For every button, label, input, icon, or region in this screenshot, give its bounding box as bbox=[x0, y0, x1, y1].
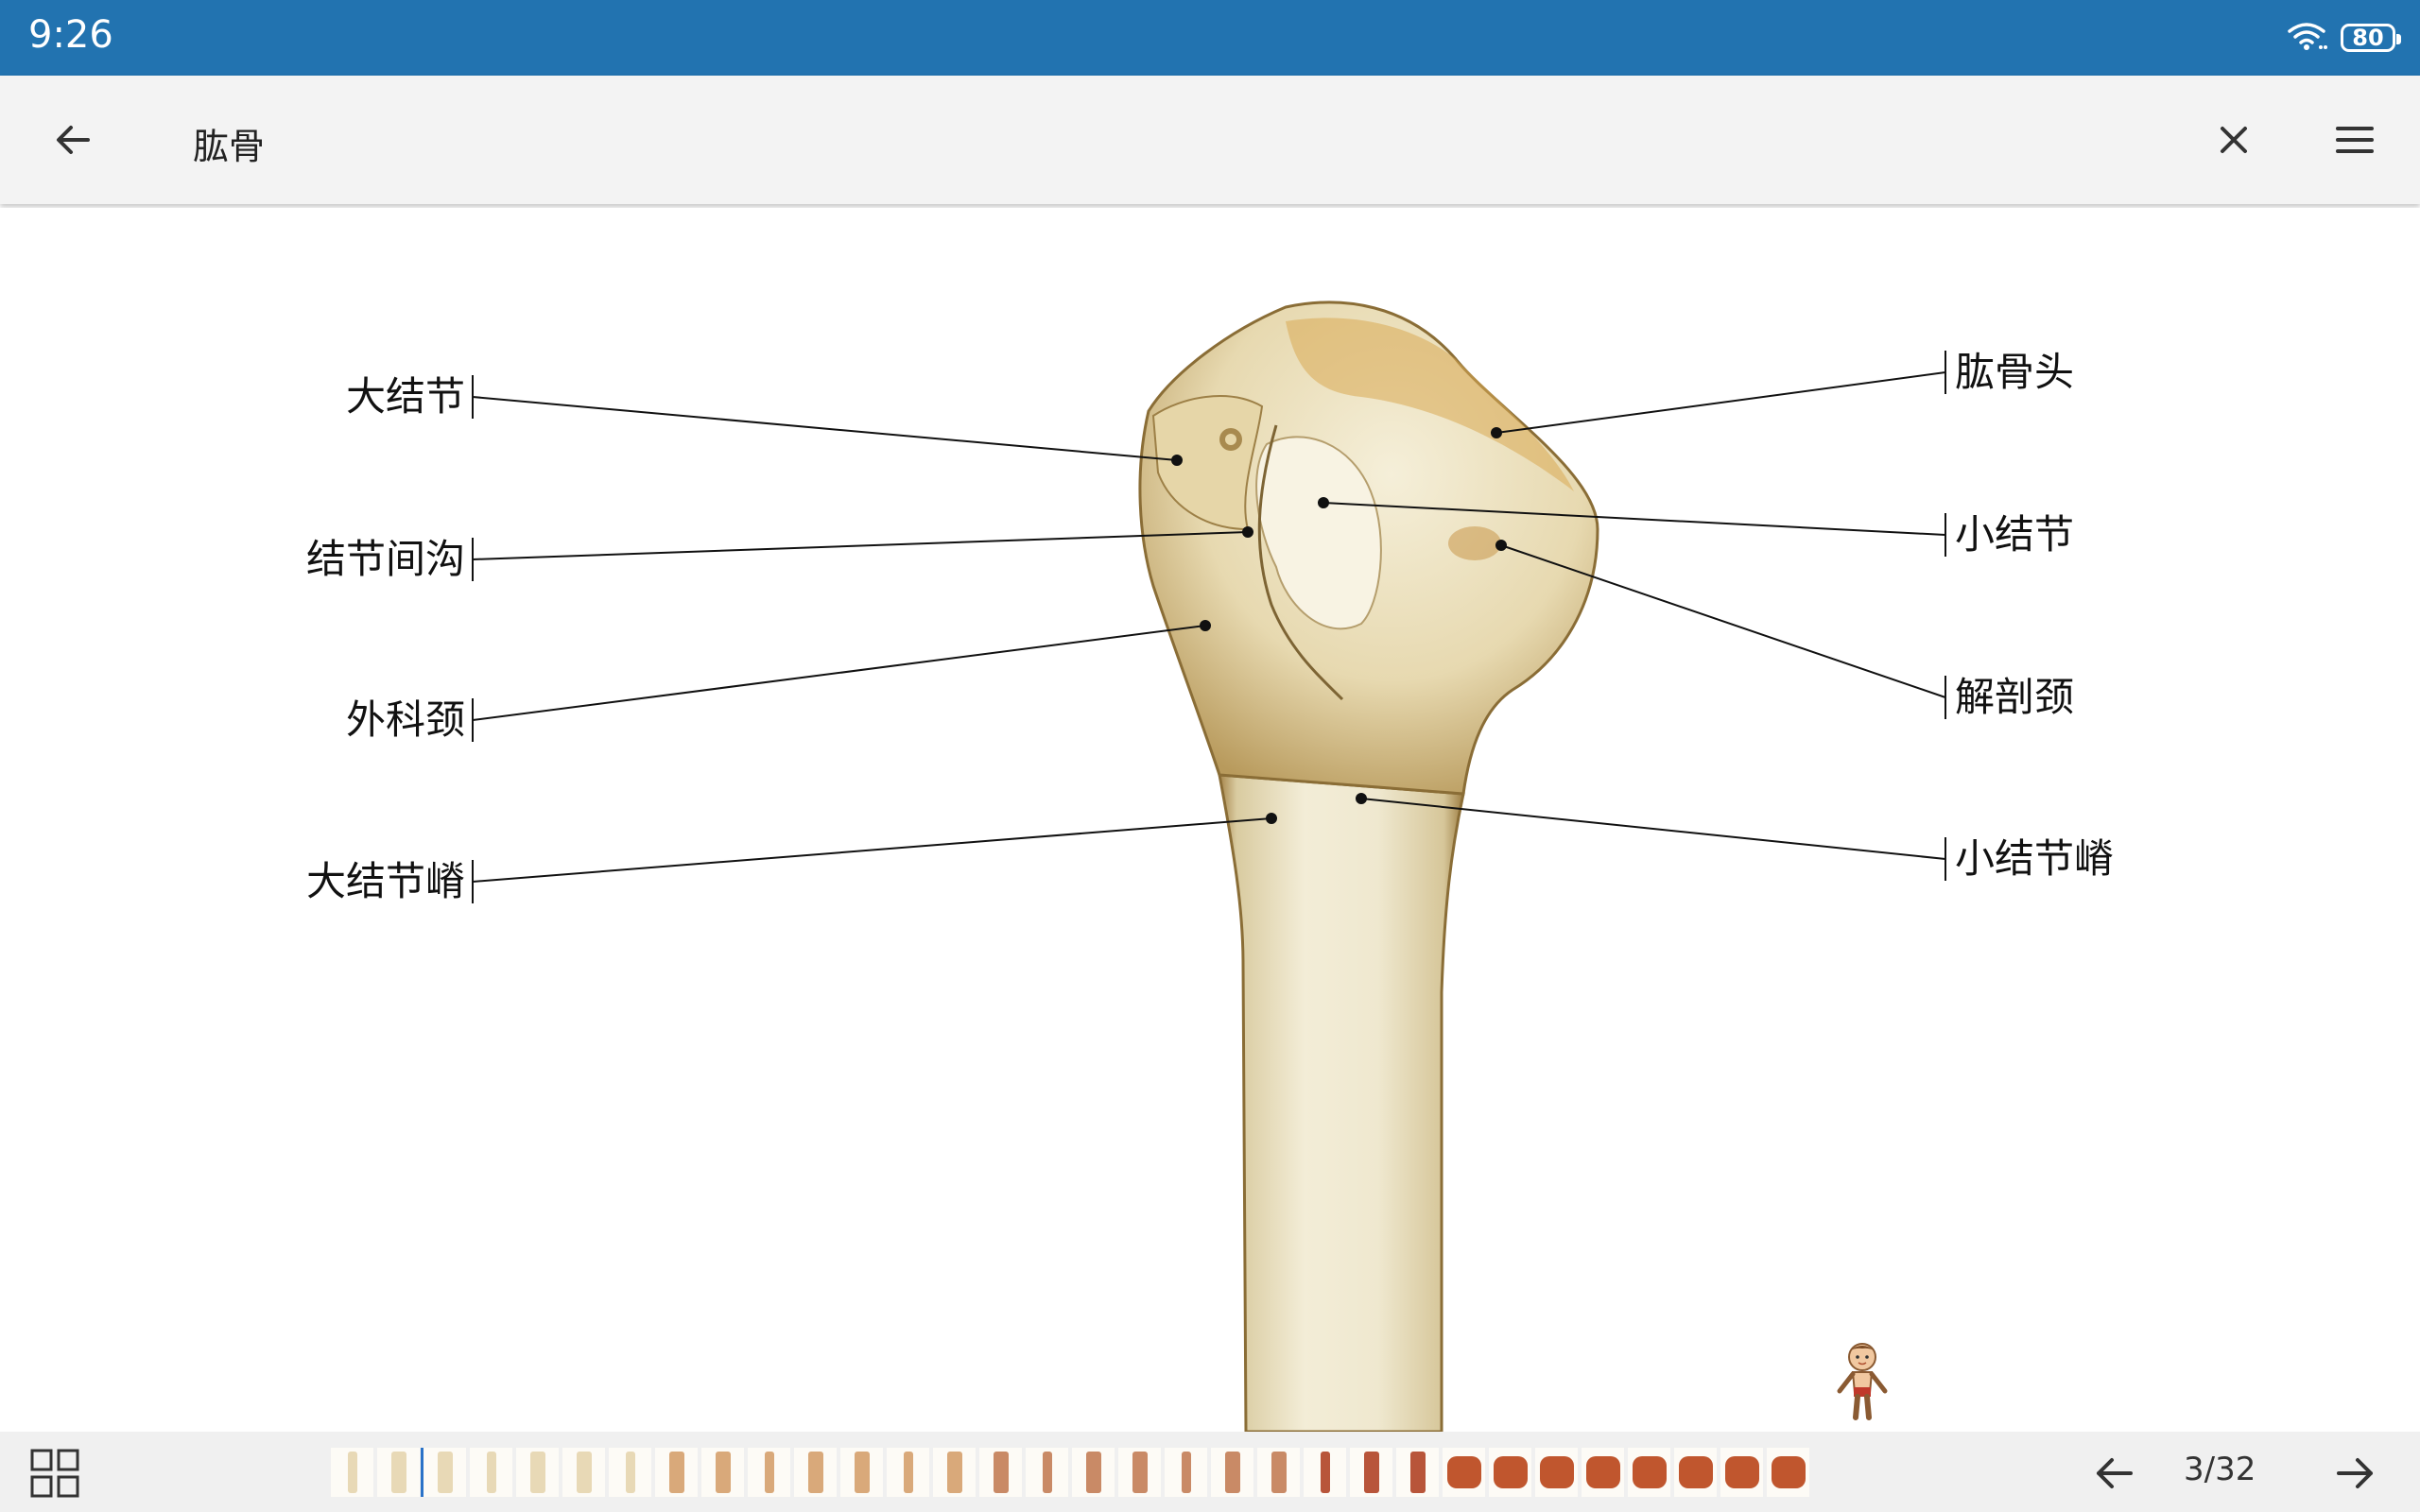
thumbnail-image bbox=[1363, 1452, 1379, 1493]
thumbnail-image bbox=[1632, 1456, 1667, 1488]
thumbnail-image bbox=[1085, 1452, 1101, 1493]
label-surgical-neck[interactable]: 外科颈 bbox=[346, 696, 465, 745]
page-thumbnail[interactable] bbox=[794, 1448, 837, 1497]
page-thumbnail[interactable] bbox=[979, 1448, 1022, 1497]
thumbnail-image bbox=[1446, 1456, 1481, 1488]
thumbnail-image bbox=[1539, 1456, 1574, 1488]
thumbnail-image bbox=[903, 1452, 913, 1493]
label-humeral-head[interactable]: 肱骨头 bbox=[1955, 348, 2074, 397]
page-thumbnail[interactable] bbox=[1720, 1448, 1763, 1497]
human-body-icon bbox=[1837, 1343, 1888, 1420]
thumbnail-image bbox=[1042, 1452, 1052, 1493]
label-anatomical-neck[interactable]: 解剖颈 bbox=[1955, 673, 2074, 722]
status-time: 9:26 bbox=[28, 13, 113, 57]
page-thumbnail[interactable] bbox=[377, 1448, 420, 1497]
arrow-left-icon bbox=[2097, 1458, 2133, 1488]
thumbnail-image bbox=[529, 1452, 545, 1493]
page-thumbnail[interactable] bbox=[331, 1448, 373, 1497]
page-thumbnail[interactable] bbox=[609, 1448, 651, 1497]
thumbnail-image bbox=[854, 1452, 870, 1493]
body-figure-button[interactable] bbox=[1832, 1342, 1893, 1421]
page-thumbnail[interactable] bbox=[887, 1448, 929, 1497]
thumbnail-image bbox=[715, 1452, 731, 1493]
thumbnail-image bbox=[347, 1452, 357, 1493]
label-lesser-tubercle[interactable]: 小结节 bbox=[1955, 510, 2074, 559]
thumbnail-image bbox=[1585, 1456, 1620, 1488]
grid-view-button[interactable] bbox=[28, 1447, 81, 1500]
page-thumbnail[interactable] bbox=[1396, 1448, 1439, 1497]
page-thumbnail[interactable] bbox=[1535, 1448, 1578, 1497]
page-thumbnail[interactable] bbox=[562, 1448, 605, 1497]
thumbnail-image bbox=[390, 1452, 406, 1493]
arrow-right-icon bbox=[2337, 1458, 2373, 1488]
page-thumbnail[interactable] bbox=[1767, 1448, 1809, 1497]
thumbnail-image bbox=[764, 1452, 774, 1493]
page-thumbnail[interactable] bbox=[1443, 1448, 1485, 1497]
page-thumbnail[interactable] bbox=[933, 1448, 976, 1497]
thumbnail-image bbox=[946, 1452, 962, 1493]
page-thumbnail[interactable] bbox=[1489, 1448, 1531, 1497]
thumbnail-strip bbox=[331, 1445, 1815, 1500]
anatomy-figure: 大结节 结节间沟 外科颈 大结节嵴 肱骨头 小结节 解剖颈 小结节嵴 bbox=[0, 208, 2420, 1432]
arrow-left-icon bbox=[57, 126, 90, 154]
thumbnail-image bbox=[437, 1452, 453, 1493]
thumbnail-image bbox=[1320, 1452, 1330, 1493]
page-thumbnail[interactable] bbox=[1628, 1448, 1670, 1497]
battery-icon: 80 bbox=[2341, 24, 2401, 52]
page-thumbnail[interactable] bbox=[701, 1448, 744, 1497]
prev-page-button[interactable] bbox=[2089, 1449, 2138, 1498]
page-thumbnail[interactable] bbox=[840, 1448, 883, 1497]
status-bar: 9:26 80 bbox=[0, 0, 2420, 76]
label-greater-tubercle-crest[interactable]: 大结节嵴 bbox=[306, 857, 465, 906]
close-icon bbox=[2221, 127, 2247, 153]
thumbnail-image bbox=[807, 1452, 823, 1493]
status-icons: 80 bbox=[2286, 19, 2401, 57]
thumbnail-image bbox=[1409, 1452, 1426, 1493]
page-thumbnail[interactable] bbox=[1165, 1448, 1207, 1497]
thumbnail-image bbox=[1132, 1452, 1148, 1493]
thumbnail-image bbox=[1771, 1456, 1806, 1488]
label-lesser-tubercle-crest[interactable]: 小结节嵴 bbox=[1955, 834, 2114, 884]
thumbnail-image bbox=[1224, 1452, 1240, 1493]
page-thumbnail[interactable] bbox=[1026, 1448, 1068, 1497]
page-indicator: 3/32 bbox=[2184, 1451, 2256, 1488]
bottom-toolbar: 3/32 bbox=[0, 1432, 2420, 1512]
page-thumbnail[interactable] bbox=[424, 1448, 466, 1497]
page-thumbnail[interactable] bbox=[1211, 1448, 1253, 1497]
thumbnail-image bbox=[1270, 1452, 1287, 1493]
thumbnail-image bbox=[1493, 1456, 1528, 1488]
page-thumbnail[interactable] bbox=[1350, 1448, 1392, 1497]
page-thumbnail[interactable] bbox=[470, 1448, 512, 1497]
close-button[interactable] bbox=[2201, 107, 2267, 173]
label-intertubercular-groove[interactable]: 结节间沟 bbox=[306, 535, 465, 584]
page-thumbnail[interactable] bbox=[655, 1448, 698, 1497]
thumbnail-image bbox=[625, 1452, 635, 1493]
page-title: 肱骨 bbox=[193, 126, 266, 167]
thumbnail-image bbox=[576, 1452, 592, 1493]
back-button[interactable] bbox=[40, 107, 106, 173]
thumbnail-image bbox=[668, 1452, 684, 1493]
label-greater-tubercle[interactable]: 大结节 bbox=[346, 372, 465, 421]
page-thumbnail[interactable] bbox=[1674, 1448, 1717, 1497]
next-page-button[interactable] bbox=[2331, 1449, 2380, 1498]
page-thumbnail[interactable] bbox=[1257, 1448, 1300, 1497]
page-thumbnail[interactable] bbox=[1304, 1448, 1346, 1497]
thumbnail-image bbox=[993, 1452, 1009, 1493]
page-thumbnail[interactable] bbox=[516, 1448, 559, 1497]
menu-icon bbox=[2336, 127, 2374, 153]
app-bar: 肱骨 bbox=[0, 76, 2420, 204]
thumbnail-image bbox=[1678, 1456, 1713, 1488]
page-thumbnail[interactable] bbox=[748, 1448, 790, 1497]
page-thumbnail[interactable] bbox=[1118, 1448, 1161, 1497]
grid-icon bbox=[30, 1449, 79, 1498]
thumbnail-image bbox=[1724, 1456, 1759, 1488]
page-thumbnail[interactable] bbox=[1582, 1448, 1624, 1497]
wifi-icon bbox=[2286, 20, 2327, 56]
thumbnail-image bbox=[486, 1452, 496, 1493]
menu-button[interactable] bbox=[2322, 107, 2388, 173]
page-thumbnail[interactable] bbox=[1072, 1448, 1115, 1497]
thumbnail-image bbox=[1181, 1452, 1191, 1493]
